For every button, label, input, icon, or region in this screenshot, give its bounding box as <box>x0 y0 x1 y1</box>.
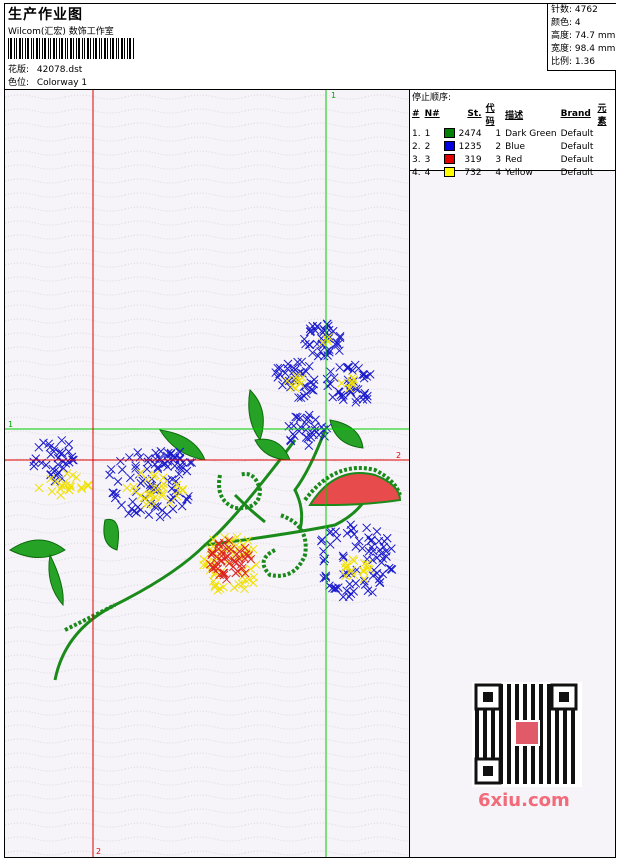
stat-label: 颜色: <box>551 18 573 28</box>
company-name: Wilcom(汇宏) 数饰工作室 <box>8 27 114 37</box>
design-canvas: 1 1 2 2 <box>5 90 410 857</box>
color-swatch <box>443 154 455 165</box>
embroidery-preview <box>5 90 409 857</box>
stat-label: 比例: <box>551 57 573 67</box>
stat-label: 高度: <box>551 31 573 41</box>
row-description: Red <box>505 154 523 165</box>
axis-label-bottom: 2 <box>96 847 102 856</box>
row-element <box>595 166 615 179</box>
row-code: 1 <box>495 128 502 139</box>
stat-value: 98.4 mm <box>574 44 616 54</box>
stat-colors: 颜色: 4 <box>548 17 616 30</box>
table-row: 2. 2 1235 2 Blue Default <box>410 140 615 153</box>
stats-box: 针数: 4762 颜色: 4 高度: 74.7 mm 宽度: 98.4 mm 比… <box>547 4 616 71</box>
stat-label: 针数: <box>551 5 573 15</box>
row-number: 2 <box>424 141 431 152</box>
barcode <box>8 38 134 59</box>
col-index: # <box>412 109 420 119</box>
design-file: 42078.dst <box>36 65 83 75</box>
header: 生产作业图 Wilcom(汇宏) 数饰工作室 花版: 42078.dst 色位:… <box>5 4 615 90</box>
axis-label-right: 2 <box>396 451 402 460</box>
row-element <box>595 140 615 153</box>
col-swatch <box>442 101 457 127</box>
table-row: 4. 4 732 4 Yellow Default <box>410 166 615 179</box>
row-number: 3 <box>424 154 431 165</box>
col-description: 描述 <box>505 110 524 121</box>
col-brand: Brand <box>560 109 591 119</box>
row-brand: Default <box>560 167 594 178</box>
qr-logo <box>516 722 538 744</box>
col-stitches: St. <box>467 109 482 119</box>
row-index: 3. <box>412 154 421 165</box>
row-index: 1. <box>412 128 421 139</box>
stat-value: 74.7 mm <box>574 31 616 41</box>
row-swatch <box>442 153 457 166</box>
row-description: Yellow <box>505 167 533 178</box>
axis-label-top: 1 <box>331 91 337 100</box>
row-code: 2 <box>495 141 502 152</box>
stat-width: 宽度: 98.4 mm <box>548 43 616 56</box>
row-element <box>595 153 615 166</box>
watermark: 6xiu.com <box>478 790 570 811</box>
qr-code <box>472 682 582 787</box>
stat-value: 4 <box>574 18 581 28</box>
color-swatch <box>443 167 455 178</box>
row-swatch <box>442 166 457 179</box>
row-number: 1 <box>424 128 431 139</box>
row-swatch <box>442 140 457 153</box>
table-row: 3. 3 319 3 Red Default <box>410 153 615 166</box>
col-code: 代码 <box>485 104 495 127</box>
row-index: 2. <box>412 141 421 152</box>
stat-height: 高度: 74.7 mm <box>548 30 616 43</box>
row-stitches: 1235 <box>458 141 482 152</box>
page-title: 生产作业图 <box>8 7 83 23</box>
row-brand: Default <box>560 128 594 139</box>
table-header-row: # N# St. 代码 描述 Brand 元素 <box>410 101 615 127</box>
stat-value: 4762 <box>574 5 598 15</box>
row-stitches: 732 <box>464 167 482 178</box>
row-stitches: 2474 <box>458 128 482 139</box>
color-swatch <box>443 141 455 152</box>
table-row: 1. 1 2474 1 Dark Green Default <box>410 127 615 140</box>
colorway-value: Colorway 1 <box>36 78 88 88</box>
axis-label-left: 1 <box>8 420 14 429</box>
design-file-line: 花版: 42078.dst <box>8 62 82 75</box>
row-element <box>595 127 615 140</box>
row-index: 4. <box>412 167 421 178</box>
row-brand: Default <box>560 154 594 165</box>
colorway-label: 色位: <box>8 78 30 88</box>
row-code: 4 <box>495 167 502 178</box>
stop-sequence-table: # N# St. 代码 描述 Brand 元素 1. 1 2474 1 Dark Gre… <box>410 101 615 179</box>
row-description: Blue <box>505 141 526 152</box>
stat-value: 1.36 <box>574 57 595 67</box>
design-label: 花版: <box>8 65 30 75</box>
row-description: Dark Green <box>505 128 557 139</box>
row-brand: Default <box>560 141 594 152</box>
stop-sequence-panel: 停止顺序: # N# St. 代码 描述 Brand 元素 1. 1 2474 1 Da… <box>410 90 615 178</box>
stat-stitches: 针数: 4762 <box>548 4 616 17</box>
row-code: 3 <box>495 154 502 165</box>
colorway-line: 色位: Colorway 1 <box>8 75 87 88</box>
stat-label: 宽度: <box>551 44 573 54</box>
stat-scale: 比例: 1.36 <box>548 56 616 69</box>
row-stitches: 319 <box>464 154 482 165</box>
row-number: 4 <box>424 167 431 178</box>
production-worksheet: 生产作业图 Wilcom(汇宏) 数饰工作室 花版: 42078.dst 色位:… <box>4 3 616 858</box>
col-number: N# <box>424 109 440 119</box>
col-element: 元素 <box>597 104 607 127</box>
color-swatch <box>443 128 455 139</box>
row-swatch <box>442 127 457 140</box>
